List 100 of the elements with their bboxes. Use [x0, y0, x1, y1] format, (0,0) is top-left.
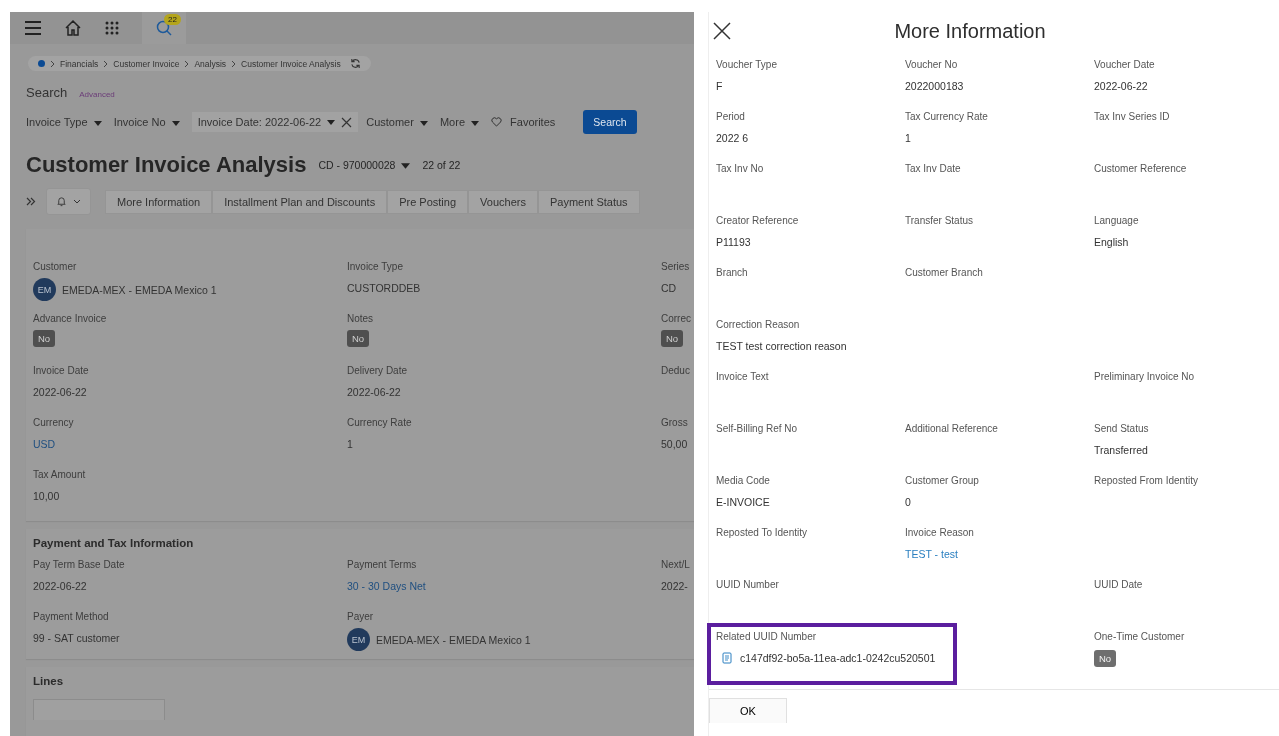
- field-link[interactable]: TEST - test: [905, 548, 1087, 560]
- filter-chip-label: Invoice Date: 2022-06-22: [197, 116, 322, 128]
- field-label: Transfer Status: [905, 215, 974, 226]
- record-count: 22 of 22: [422, 159, 461, 171]
- breadcrumb-link[interactable]: Customer Invoice Analysis: [241, 58, 341, 69]
- avatar-initials: EM: [33, 278, 56, 301]
- field-label: Reposted To Identity: [716, 527, 808, 538]
- field-label: Gross: [661, 417, 689, 428]
- chevron-icon: [103, 59, 109, 68]
- field-label: Payment Terms: [347, 559, 418, 570]
- record-selector[interactable]: CD - 970000028: [318, 159, 411, 171]
- field-value: P11193: [716, 236, 752, 248]
- field-label: Voucher Type: [716, 59, 778, 70]
- field-label: Reposted From Identity: [1094, 475, 1199, 486]
- field-label: Voucher Date: [1094, 59, 1156, 70]
- section-title: Payment and Tax Information: [33, 537, 195, 549]
- field-value: 2022-: [661, 580, 689, 592]
- caret-icon: [93, 120, 102, 126]
- field-value: F: [716, 80, 724, 92]
- field-label: Deduc: [661, 365, 691, 376]
- field-label: Preliminary Invoice No: [1094, 371, 1196, 382]
- field-label: Tax Inv No: [716, 163, 765, 174]
- filter-dropdown[interactable]: Invoice No: [113, 116, 184, 128]
- search-button[interactable]: Search: [583, 110, 637, 134]
- field-value: English: [1094, 236, 1130, 248]
- filter-dropdown[interactable]: More: [439, 116, 484, 128]
- breadcrumb-link[interactable]: Customer Invoice: [113, 58, 180, 69]
- field-value: c147df92-bo5a-11ea-adc1-0242cu520501: [740, 652, 936, 664]
- field-label: Payment Method: [33, 611, 110, 622]
- filter-dropdown[interactable]: Customer: [366, 116, 432, 128]
- status-tag: No: [347, 330, 370, 347]
- apps-grid-icon[interactable]: [104, 20, 120, 36]
- field-value: 99 - SAT customer: [33, 632, 121, 644]
- status-tag: No: [1094, 650, 1117, 667]
- field-label: Customer Group: [905, 475, 980, 486]
- dialog-title: More Information: [893, 19, 1047, 43]
- chevron-icon: [184, 59, 190, 68]
- field-label: Tax Amount: [33, 469, 87, 480]
- field-label: Tax Inv Series ID: [1094, 111, 1171, 122]
- field-link[interactable]: USD: [33, 438, 347, 450]
- field-label: Pay Term Base Date: [33, 559, 126, 570]
- field-label: Creator Reference: [716, 215, 800, 226]
- filter-chip[interactable]: Invoice Date: 2022-06-22: [191, 112, 359, 132]
- caret-icon: [171, 120, 180, 126]
- section-title: Lines: [33, 675, 65, 687]
- field-value: TEST test correction reason: [716, 340, 848, 352]
- heart-icon[interactable]: [491, 117, 503, 127]
- home-icon[interactable]: [64, 19, 82, 37]
- field-value: 2022-06-22: [33, 580, 88, 592]
- field-value: 10,00: [33, 490, 61, 502]
- favorites-link[interactable]: Favorites: [510, 116, 556, 128]
- root-dot-icon[interactable]: [38, 60, 45, 67]
- page-title: Customer Invoice Analysis: [26, 152, 307, 178]
- breadcrumb-link[interactable]: Analysis: [194, 58, 227, 69]
- close-icon[interactable]: [713, 22, 731, 40]
- field-label: Voucher No: [905, 59, 959, 70]
- field-value: E-INVOICE: [716, 496, 771, 508]
- field-label: Currency: [33, 417, 75, 428]
- toolbar-tab[interactable]: Payment Status: [537, 189, 640, 214]
- breadcrumb-link[interactable]: Financials: [60, 58, 99, 69]
- field-label: Additional Reference: [905, 423, 999, 434]
- field-value: 2022 6: [716, 132, 750, 144]
- status-tag: No: [33, 330, 56, 347]
- chevron-icon: [231, 59, 237, 68]
- menu-icon[interactable]: [24, 20, 42, 36]
- chevron-down-icon: [73, 199, 81, 204]
- field-label: Related UUID Number: [716, 631, 818, 642]
- field-value: EMEDA-MEX - EMEDA Mexico 1: [376, 633, 531, 646]
- caret-icon: [471, 120, 480, 126]
- toolbar-tab[interactable]: More Information: [105, 189, 213, 214]
- bell-icon: [56, 196, 67, 207]
- double-chevron-icon[interactable]: [26, 197, 36, 206]
- field-link[interactable]: 30 - 30 Days Net: [347, 580, 661, 592]
- toolbar-tab[interactable]: Vouchers: [468, 189, 538, 214]
- caret-icon[interactable]: [327, 119, 336, 125]
- field-value: 2022000183: [905, 80, 965, 92]
- ok-button[interactable]: OK: [709, 698, 787, 723]
- field-label: Tax Inv Date: [905, 163, 962, 174]
- field-value: 1: [347, 438, 354, 450]
- refresh-icon[interactable]: [349, 58, 361, 69]
- field-label: Notes: [347, 313, 375, 324]
- toolbar-tab[interactable]: Pre Posting: [387, 189, 469, 214]
- toolbar-tab[interactable]: Installment Plan and Discounts: [212, 189, 388, 214]
- field-label: Customer Reference: [1094, 163, 1188, 174]
- field-label: UUID Date: [1094, 579, 1144, 590]
- field-label: Advance Invoice: [33, 313, 108, 324]
- field-value: CUSTORDDEB: [347, 282, 422, 294]
- field-label: Self-Billing Ref No: [716, 423, 799, 434]
- field-label: Media Code: [716, 475, 771, 486]
- chevron-icon: [50, 59, 55, 68]
- filter-dropdown[interactable]: Invoice Type: [26, 116, 106, 128]
- field-label: Customer Branch: [905, 267, 984, 278]
- field-label: Series: [661, 261, 691, 272]
- field-value: 2022-06-22: [33, 386, 88, 398]
- advanced-link[interactable]: Advanced: [79, 90, 115, 99]
- field-label: Next/L: [661, 559, 691, 570]
- field-value: 2022-06-22: [1094, 80, 1149, 92]
- field-label: Branch: [716, 267, 749, 278]
- field-label: One-Time Customer: [1094, 631, 1186, 642]
- caret-icon: [401, 163, 411, 170]
